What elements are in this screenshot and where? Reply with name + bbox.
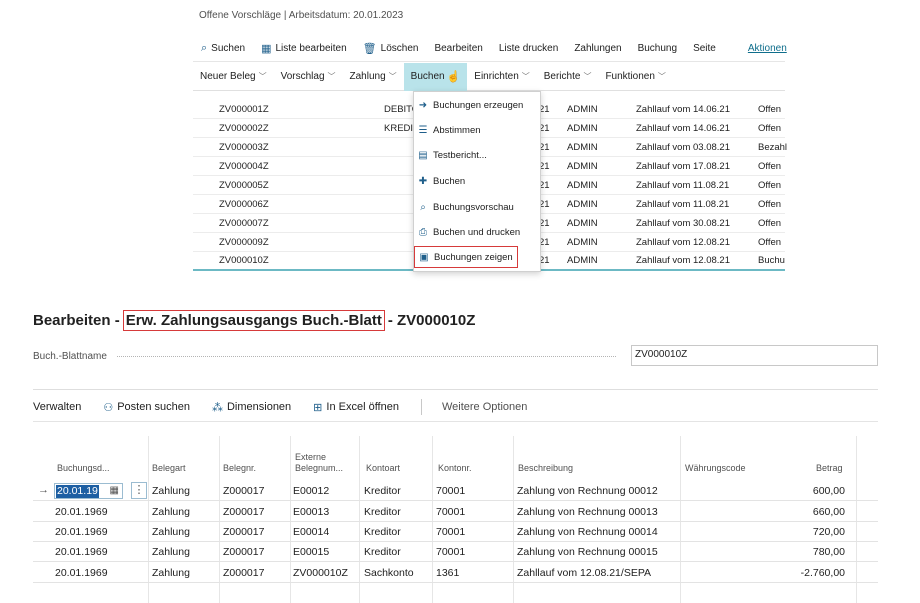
- journal-lines-grid: Buchungsd... Belegart Belegnr. Externe B…: [33, 436, 878, 603]
- chevron-down-icon: ﹀: [521, 72, 530, 81]
- calendar-icon[interactable]: ▦: [110, 485, 119, 496]
- report-icon: ▤: [418, 149, 428, 161]
- ledger-icon: ▣: [419, 251, 429, 263]
- menu-item-test-report[interactable]: ▤ Testbericht...: [414, 144, 540, 166]
- dimensions-icon: ⁂: [211, 401, 223, 414]
- command-bar: ⌕ Suchen ▦ Liste bearbeiten 🗑 Löschen Bearb…: [193, 36, 787, 62]
- reconcile-icon: ☰: [418, 124, 428, 136]
- delete-button[interactable]: 🗑 Löschen: [355, 36, 427, 62]
- trash-icon: 🗑: [362, 43, 377, 55]
- more-options-button[interactable]: Weitere Optionen: [442, 401, 527, 413]
- col-header-currency[interactable]: Währungscode: [685, 463, 746, 474]
- col-header-document-type[interactable]: Belegart: [152, 463, 186, 474]
- divider: [33, 389, 878, 390]
- table-row[interactable]: 20.01.1969 Zahlung Z000017 E00013 Kredit…: [33, 502, 878, 522]
- batch-name-input[interactable]: ZV000010Z: [631, 345, 878, 366]
- ribbon-payment[interactable]: Zahlung ﹀: [343, 63, 404, 91]
- col-header-account-no[interactable]: Kontonr.: [438, 463, 472, 474]
- col-header-account-type[interactable]: Kontoart: [366, 463, 400, 474]
- manage-button[interactable]: Verwalten: [33, 401, 81, 413]
- menu-item-show-postings[interactable]: ▣ Buchungen zeigen: [414, 246, 518, 268]
- arrow-right-icon: ➜: [418, 99, 428, 111]
- page-menu[interactable]: Seite: [685, 36, 724, 62]
- col-header-external-doc-line2[interactable]: Belegnum...: [295, 463, 343, 474]
- ribbon-proposal[interactable]: Vorschlag ﹀: [274, 63, 343, 91]
- ribbon-functions[interactable]: Funktionen ﹀: [598, 63, 672, 91]
- post-dropdown-menu: ➜ Buchungen erzeugen ☰ Abstimmen ▤ Testberi…: [413, 91, 541, 272]
- col-header-description[interactable]: Beschreibung: [518, 463, 573, 474]
- divider: [33, 421, 878, 422]
- edit-button[interactable]: Bearbeiten: [426, 36, 490, 62]
- ribbon-post[interactable]: Buchen ☝: [403, 62, 468, 91]
- menu-item-post[interactable]: ✚ Buchen: [414, 170, 540, 192]
- col-header-posting-date[interactable]: Buchungsd...: [57, 463, 110, 474]
- table-row[interactable]: 20.01.1969 Zahlung Z000017 ZV000010Z Sac…: [33, 563, 878, 583]
- action-separator: [420, 399, 422, 415]
- find-entries-button[interactable]: ⚇ Posten suchen: [103, 401, 190, 414]
- edit-list-button[interactable]: ▦ Liste bearbeiten: [253, 36, 355, 62]
- row-actions-icon[interactable]: ⋮: [131, 482, 147, 499]
- payments-menu[interactable]: Zahlungen: [566, 36, 629, 62]
- table-row[interactable]: 20.01.1969 Zahlung Z000017 E00015 Kredit…: [33, 542, 878, 562]
- table-row[interactable]: 20.01.1969 Zahlung Z000017 E00014 Kredit…: [33, 522, 878, 542]
- ribbon-setup[interactable]: Einrichten ﹀: [467, 63, 536, 91]
- col-header-document-no[interactable]: Belegnr.: [223, 463, 256, 474]
- post-icon: ✚: [418, 175, 428, 187]
- actions-menu[interactable]: Aktionen: [740, 36, 795, 62]
- hand-cursor-icon: ☝: [446, 71, 461, 83]
- ribbon-menu: Neuer Beleg ﹀ Vorschlag ﹀ Zahlung ﹀ Buchen ☝…: [193, 62, 785, 91]
- binoculars-icon: ⚇: [103, 401, 114, 414]
- page-title: Bearbeiten - Erw. Zahlungsausgangs Buch.…: [33, 310, 476, 331]
- posting-date-input[interactable]: 20.01.19 ▦: [54, 483, 123, 499]
- batch-name-field: Buch.-Blattname ZV000010Z: [33, 345, 878, 367]
- chevron-down-icon: ﹀: [327, 72, 336, 81]
- grid-action-bar: Verwalten ⚇ Posten suchen ⁂ Dimensionen ⊞ I…: [33, 396, 878, 418]
- batch-name-label: Buch.-Blattname: [33, 350, 107, 362]
- ribbon-new-document[interactable]: Neuer Beleg ﹀: [193, 63, 274, 91]
- col-header-amount[interactable]: Betrag: [816, 463, 843, 474]
- excel-icon: ⊞: [313, 401, 323, 414]
- chevron-down-icon: ﹀: [657, 72, 666, 81]
- print-icon: ⎙: [419, 226, 427, 238]
- current-row-arrow-icon: →: [38, 484, 49, 496]
- ribbon-reports[interactable]: Berichte ﹀: [537, 63, 599, 91]
- menu-item-post-preview[interactable]: ⌕ Buchungsvorschau: [414, 196, 540, 218]
- highlighted-title-part: Erw. Zahlungsausgangs Buch.-Blatt: [122, 310, 385, 331]
- field-leader-dots: [117, 356, 616, 357]
- chevron-down-icon: ﹀: [583, 72, 592, 81]
- posting-menu[interactable]: Buchung: [630, 36, 685, 62]
- col-header-external-doc-line1[interactable]: Externe: [295, 452, 326, 463]
- print-list-button[interactable]: Liste drucken: [491, 36, 566, 62]
- chevron-down-icon: ﹀: [388, 72, 397, 81]
- dimensions-button[interactable]: ⁂ Dimensionen: [212, 401, 291, 414]
- search-button[interactable]: ⌕ Suchen: [193, 36, 253, 62]
- menu-item-reconcile[interactable]: ☰ Abstimmen: [414, 119, 540, 141]
- grid-header: Buchungsd... Belegart Belegnr. Externe B…: [33, 436, 878, 480]
- chevron-down-icon: ﹀: [258, 72, 267, 81]
- open-in-excel-button[interactable]: ⊞ In Excel öffnen: [313, 401, 399, 414]
- edit-list-icon: ▦: [261, 43, 272, 55]
- search-icon: ⌕: [201, 42, 208, 54]
- menu-item-create-postings[interactable]: ➜ Buchungen erzeugen: [414, 94, 540, 116]
- menu-item-post-and-print[interactable]: ⎙ Buchen und drucken: [414, 221, 540, 243]
- table-row[interactable]: → 20.01.19 ▦ ⋮ Zahlung Z000017 E00012 Kre…: [33, 481, 878, 501]
- preview-icon: ⌕: [420, 201, 426, 213]
- list-subtitle: Offene Vorschläge | Arbeitsdatum: 20.01.…: [199, 10, 404, 21]
- list-page-panel: Offene Vorschläge | Arbeitsdatum: 20.01.…: [193, 0, 787, 272]
